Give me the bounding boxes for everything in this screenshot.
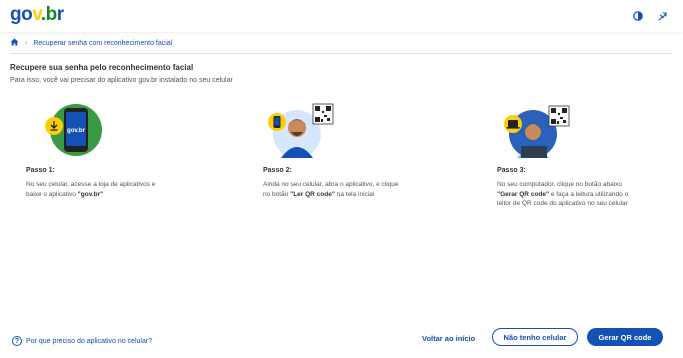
accessibility-icon[interactable]	[655, 9, 669, 23]
step-label: Passo 2:	[263, 167, 292, 174]
page-title: Recupere sua senha pelo reconhecimento f…	[10, 63, 194, 72]
help-link[interactable]: ? Por que preciso do aplicativo no celul…	[12, 336, 152, 346]
step-description: No seu celular, acesse a loja de aplicat…	[26, 181, 156, 198]
breadcrumb-current[interactable]: Recuperar senha com reconhecimento facia…	[33, 40, 172, 47]
breadcrumb: › Recuperar senha com reconhecimento fac…	[10, 36, 172, 50]
step-description: No seu computador, clique no botão abaix…	[497, 181, 629, 207]
contrast-icon[interactable]	[631, 9, 645, 23]
step-description: Ainda no seu celular, abra o aplicativo,…	[263, 181, 399, 198]
top-header: gov.br	[0, 0, 683, 32]
divider	[10, 53, 673, 54]
chevron-right-icon: ›	[25, 39, 28, 47]
phone-brand: gov.br	[67, 128, 86, 134]
question-icon: ?	[12, 336, 22, 346]
no-phone-button[interactable]: Não tenho celular	[492, 328, 578, 346]
back-home-button[interactable]: Voltar ao início	[416, 330, 481, 346]
page-subtitle: Para isso, você vai precisar do aplicati…	[10, 77, 233, 84]
step-2-illustration	[267, 98, 339, 162]
govbr-logo[interactable]: gov.br	[10, 4, 64, 26]
step-3-illustration	[501, 98, 573, 162]
step-label: Passo 3:	[497, 167, 526, 174]
step-1-illustration: gov.br	[40, 100, 110, 160]
home-icon[interactable]	[10, 38, 19, 48]
step-label: Passo 1:	[26, 167, 55, 174]
generate-qr-button[interactable]: Gerar QR code	[587, 328, 663, 346]
